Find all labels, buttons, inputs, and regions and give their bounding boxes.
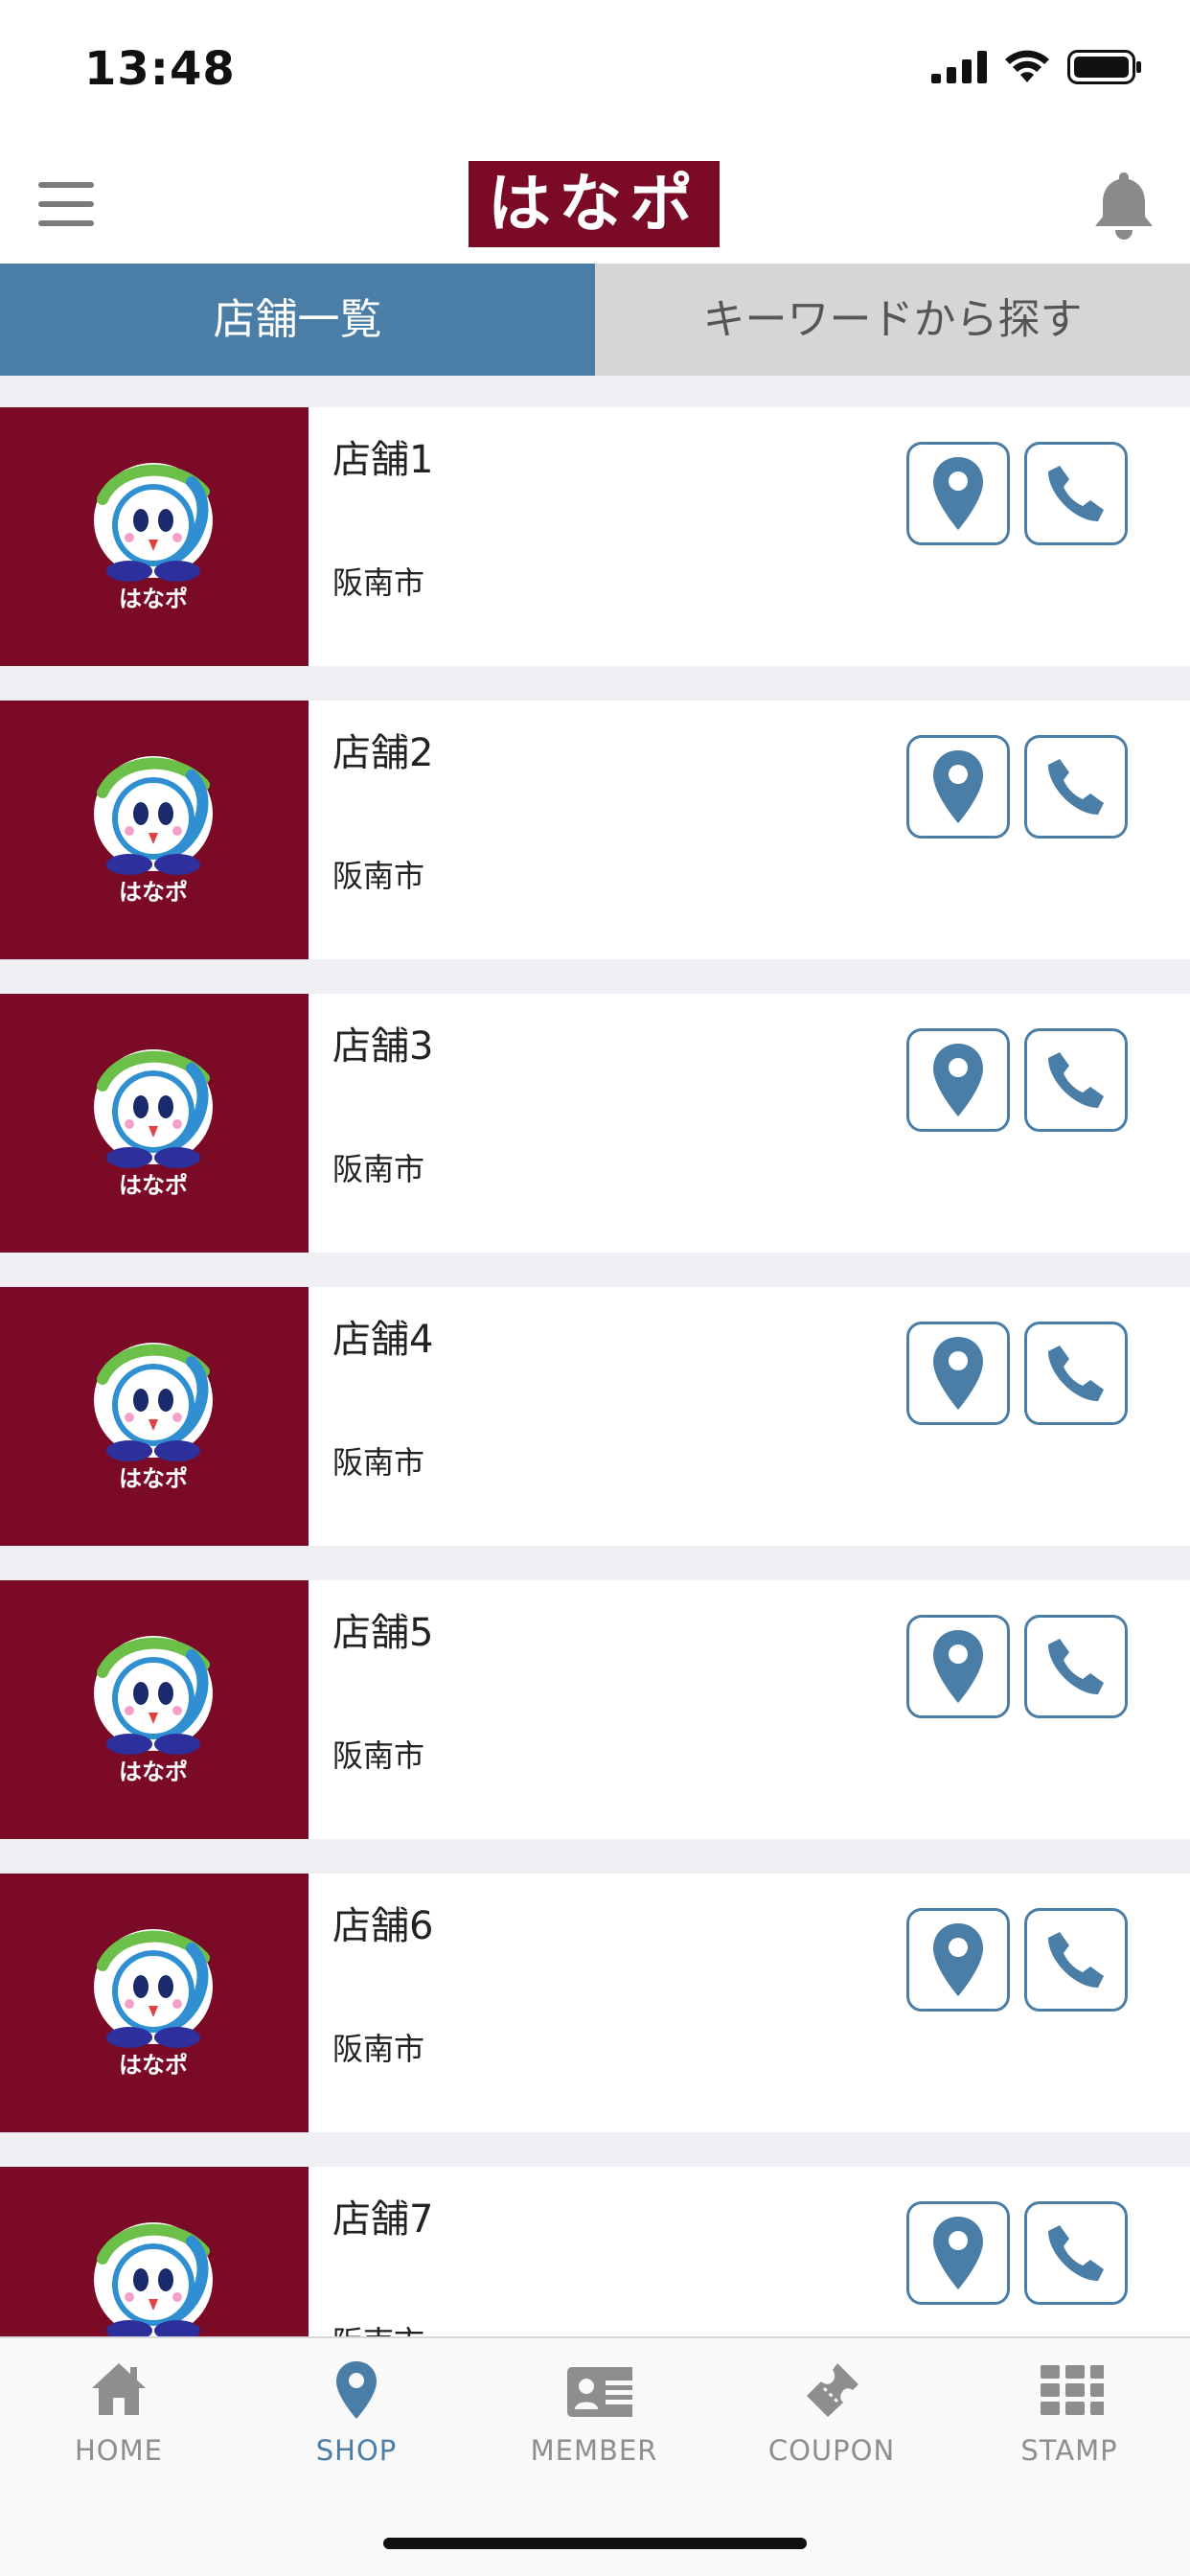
shop-name: 店舗4 [332,1318,434,1362]
tab-label: MEMBER [530,2434,658,2467]
mascot-label: はなポ [119,879,188,906]
mascot-logo: はなポ [94,1049,213,1199]
app-logo: はなポ [469,161,720,247]
map-button[interactable] [906,1322,1010,1425]
map-button[interactable] [906,1028,1010,1132]
shop-list[interactable]: はなポ 店舗1 阪南市 はなポ 店舗2 阪南市 はなポ 店舗3 阪南市 はなポ … [0,376,1190,2336]
shop-thumbnail: はなポ [0,1874,309,2132]
call-button[interactable] [1024,1908,1128,2012]
call-button[interactable] [1024,1322,1128,1425]
shop-area: 阪南市 [332,858,425,894]
map-button[interactable] [906,442,1010,545]
shop-name: 店舗3 [332,1024,434,1069]
mascot-label: はなポ [119,2052,188,2079]
mascot-label: はなポ [119,586,188,612]
shop-list-item[interactable]: はなポ 店舗5 阪南市 [0,1580,1190,1839]
shop-name: 店舗2 [332,731,434,775]
mascot-logo: はなポ [94,1636,213,1785]
tab-label: HOME [75,2434,163,2467]
grid-icon [1041,2365,1104,2415]
shop-name: 店舗7 [332,2197,434,2242]
map-button[interactable] [906,735,1010,839]
shop-name: 店舗1 [332,438,434,482]
map-pin-icon [933,1337,983,1410]
call-button[interactable] [1024,735,1128,839]
mascot-logo: はなポ [94,2222,213,2336]
tab-label: SHOP [315,2434,398,2467]
signal-icon [931,51,987,83]
shop-name: 店舗5 [332,1611,434,1655]
tab-stamp[interactable]: STAMP [950,2338,1188,2482]
bell-icon[interactable] [1092,169,1156,242]
shop-thumbnail: はなポ [0,701,309,959]
mascot-logo: はなポ [94,1929,213,2079]
map-pin-icon [933,457,983,530]
app-header: はなポ [0,144,1190,264]
map-button[interactable] [906,1615,1010,1718]
shop-list-item[interactable]: はなポ 店舗3 阪南市 [0,994,1190,1253]
shop-thumbnail: はなポ [0,1287,309,1546]
shop-area: 阪南市 [332,564,425,601]
status-bar: 13:48 [0,0,1190,144]
shop-list-item[interactable]: はなポ 店舗1 阪南市 [0,407,1190,666]
shop-list-item[interactable]: はなポ 店舗7 阪南市 [0,2167,1190,2336]
map-button[interactable] [906,2201,1010,2305]
map-pin-icon [933,1044,983,1116]
shop-list-item[interactable]: はなポ 店舗6 阪南市 [0,1874,1190,2132]
member-card-icon [567,2367,632,2417]
tab-member[interactable]: MEMBER [475,2338,713,2482]
shop-area: 阪南市 [332,1151,425,1187]
phone-icon [1048,1346,1104,1401]
shop-area: 阪南市 [332,1444,425,1481]
phone-icon [1048,1639,1104,1694]
tab-shop[interactable]: SHOP [238,2338,475,2482]
mascot-logo: はなポ [94,463,213,612]
status-icons [931,50,1142,84]
map-pin-icon [933,1630,983,1703]
map-pin-icon [933,750,983,823]
phone-icon [1048,759,1104,815]
phone-icon [1048,2225,1104,2281]
status-time: 13:48 [84,42,236,96]
tab-shop-list[interactable]: 店舗一覧 [0,264,595,376]
tab-label: STAMP [1020,2434,1118,2467]
map-pin-icon [336,2361,377,2419]
hamburger-menu-icon[interactable] [38,182,94,226]
tab-home[interactable]: HOME [0,2338,238,2482]
tab-keyword-search[interactable]: キーワードから探す [595,264,1190,376]
shop-tabs: 店舗一覧 キーワードから探す [0,264,1190,376]
home-indicator [383,2538,807,2549]
shop-thumbnail: はなポ [0,994,309,1253]
shop-list-item[interactable]: はなポ 店舗4 阪南市 [0,1287,1190,1546]
shop-area: 阪南市 [332,1737,425,1774]
mascot-logo: はなポ [94,1343,213,1492]
map-pin-icon [933,2217,983,2289]
shop-thumbnail: はなポ [0,2167,309,2336]
shop-name: 店舗6 [332,1904,434,1948]
home-icon [92,2363,146,2415]
shop-thumbnail: はなポ [0,407,309,666]
phone-icon [1048,1932,1104,1988]
ticket-icon [807,2363,858,2417]
map-button[interactable] [906,1908,1010,2012]
map-pin-icon [933,1923,983,1996]
phone-icon [1048,1052,1104,1108]
mascot-label: はなポ [119,1172,188,1199]
call-button[interactable] [1024,1028,1128,1132]
mascot-label: はなポ [119,1465,188,1492]
shop-area: 阪南市 [332,2031,425,2067]
call-button[interactable] [1024,2201,1128,2305]
phone-icon [1048,466,1104,521]
call-button[interactable] [1024,442,1128,545]
mascot-logo: はなポ [94,756,213,906]
call-button[interactable] [1024,1615,1128,1718]
shop-thumbnail: はなポ [0,1580,309,1839]
shop-area: 阪南市 [332,2318,424,2336]
mascot-label: はなポ [119,1759,188,1785]
battery-icon [1067,50,1141,84]
wifi-icon [1005,50,1049,82]
tab-coupon[interactable]: COUPON [713,2338,950,2482]
tab-label: COUPON [767,2434,896,2467]
shop-list-item[interactable]: はなポ 店舗2 阪南市 [0,701,1190,959]
